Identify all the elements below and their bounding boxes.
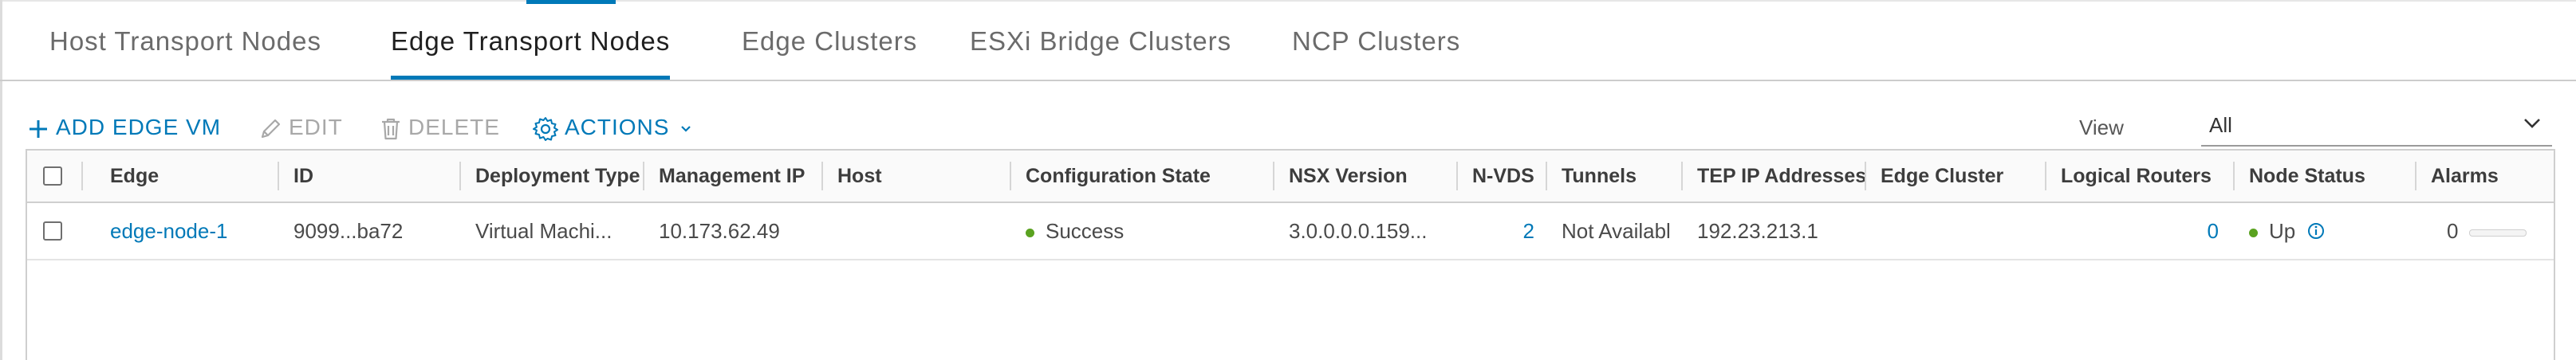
grid-header: Edge ID Deployment Type Management IP Ho… — [27, 151, 2554, 203]
tab-host-transport-nodes[interactable]: Host Transport Nodes — [49, 24, 321, 80]
edge-name-link[interactable]: edge-node-1 — [94, 203, 278, 259]
chevron-down-icon — [679, 124, 692, 134]
column-header-tunnels[interactable]: Tunnels — [1546, 151, 1681, 202]
alarms-severity-bar — [2469, 229, 2527, 237]
row-select-checkbox[interactable] — [43, 221, 62, 241]
alarms-count: 0 — [2447, 219, 2459, 243]
column-header-deployment-type[interactable]: Deployment Type — [459, 151, 643, 202]
column-separator — [81, 162, 83, 190]
select-all-checkbox[interactable] — [43, 166, 62, 186]
column-header-configuration-state[interactable]: Configuration State — [1010, 151, 1273, 202]
tab-ncp-clusters[interactable]: NCP Clusters — [1292, 24, 1460, 80]
actions-label: ACTIONS — [565, 115, 670, 139]
cell-deployment-type: Virtual Machi... — [475, 219, 612, 243]
gear-icon — [533, 116, 558, 142]
cell-node-status: Up — [2233, 203, 2415, 259]
cell-id: 9099...ba72 — [293, 219, 404, 243]
add-edge-vm-label: ADD EDGE VM — [56, 115, 222, 139]
delete-button[interactable]: DELETE — [380, 113, 500, 142]
view-selected-value: All — [2209, 113, 2232, 137]
add-edge-vm-button[interactable]: ADD EDGE VM — [27, 113, 221, 142]
column-header-id[interactable]: ID — [278, 151, 459, 202]
node-status-text: Up — [2269, 219, 2296, 243]
trash-icon — [380, 117, 402, 141]
column-header-edge[interactable]: Edge — [94, 151, 278, 202]
delete-label: DELETE — [408, 115, 500, 139]
column-header-alarms[interactable]: Alarms — [2415, 151, 2554, 202]
table-row[interactable]: edge-node-1 9099...ba72 Virtual Machi...… — [27, 203, 2554, 260]
n-vds-count-link[interactable]: 2 — [1456, 203, 1546, 259]
column-header-nsx-version[interactable]: NSX Version — [1273, 151, 1456, 202]
column-header-logical-routers[interactable]: Logical Routers — [2045, 151, 2233, 202]
configuration-state-text: Success — [1046, 219, 1125, 243]
info-icon[interactable] — [2307, 205, 2325, 259]
cell-nsx-version: 3.0.0.0.0.159... — [1289, 219, 1428, 243]
cell-alarms: 0 — [2415, 203, 2554, 259]
view-label: View — [2079, 115, 2124, 139]
cell-configuration-state: Success — [1010, 203, 1273, 259]
edit-label: EDIT — [289, 115, 343, 139]
edit-button[interactable]: EDIT — [258, 113, 343, 142]
edge-transport-nodes-grid: Edge ID Deployment Type Management IP Ho… — [26, 149, 2555, 360]
chevron-down-icon — [2522, 116, 2543, 135]
success-status-dot — [1026, 228, 1034, 237]
actions-menu-button[interactable]: ACTIONS — [533, 113, 692, 142]
up-status-dot — [2249, 228, 2258, 237]
column-header-host[interactable]: Host — [821, 151, 1010, 202]
cell-management-ip: 10.173.62.49 — [659, 219, 780, 243]
cell-tunnels: Not Availabl — [1562, 219, 1671, 243]
logical-routers-count-link[interactable]: 0 — [2045, 203, 2233, 259]
cell-edge-cluster — [1865, 203, 2045, 259]
column-header-node-status[interactable]: Node Status — [2233, 151, 2415, 202]
tab-edge-clusters[interactable]: Edge Clusters — [742, 24, 917, 80]
column-header-n-vds[interactable]: N-VDS — [1456, 151, 1546, 202]
tab-esxi-bridge-clusters[interactable]: ESXi Bridge Clusters — [970, 24, 1231, 80]
cell-host — [821, 203, 1010, 259]
plus-icon — [27, 118, 49, 140]
view-filter-select[interactable]: All — [2201, 108, 2552, 147]
tab-bar: Host Transport Nodes Edge Transport Node… — [0, 0, 2576, 81]
cell-tep-ip: 192.23.213.1 — [1697, 219, 1818, 243]
tab-edge-transport-nodes[interactable]: Edge Transport Nodes — [391, 24, 671, 80]
pencil-icon — [258, 117, 282, 141]
column-header-edge-cluster[interactable]: Edge Cluster — [1865, 151, 2045, 202]
column-header-tep-ip-addresses[interactable]: TEP IP Addresses — [1681, 151, 1865, 202]
column-header-management-ip[interactable]: Management IP — [643, 151, 821, 202]
